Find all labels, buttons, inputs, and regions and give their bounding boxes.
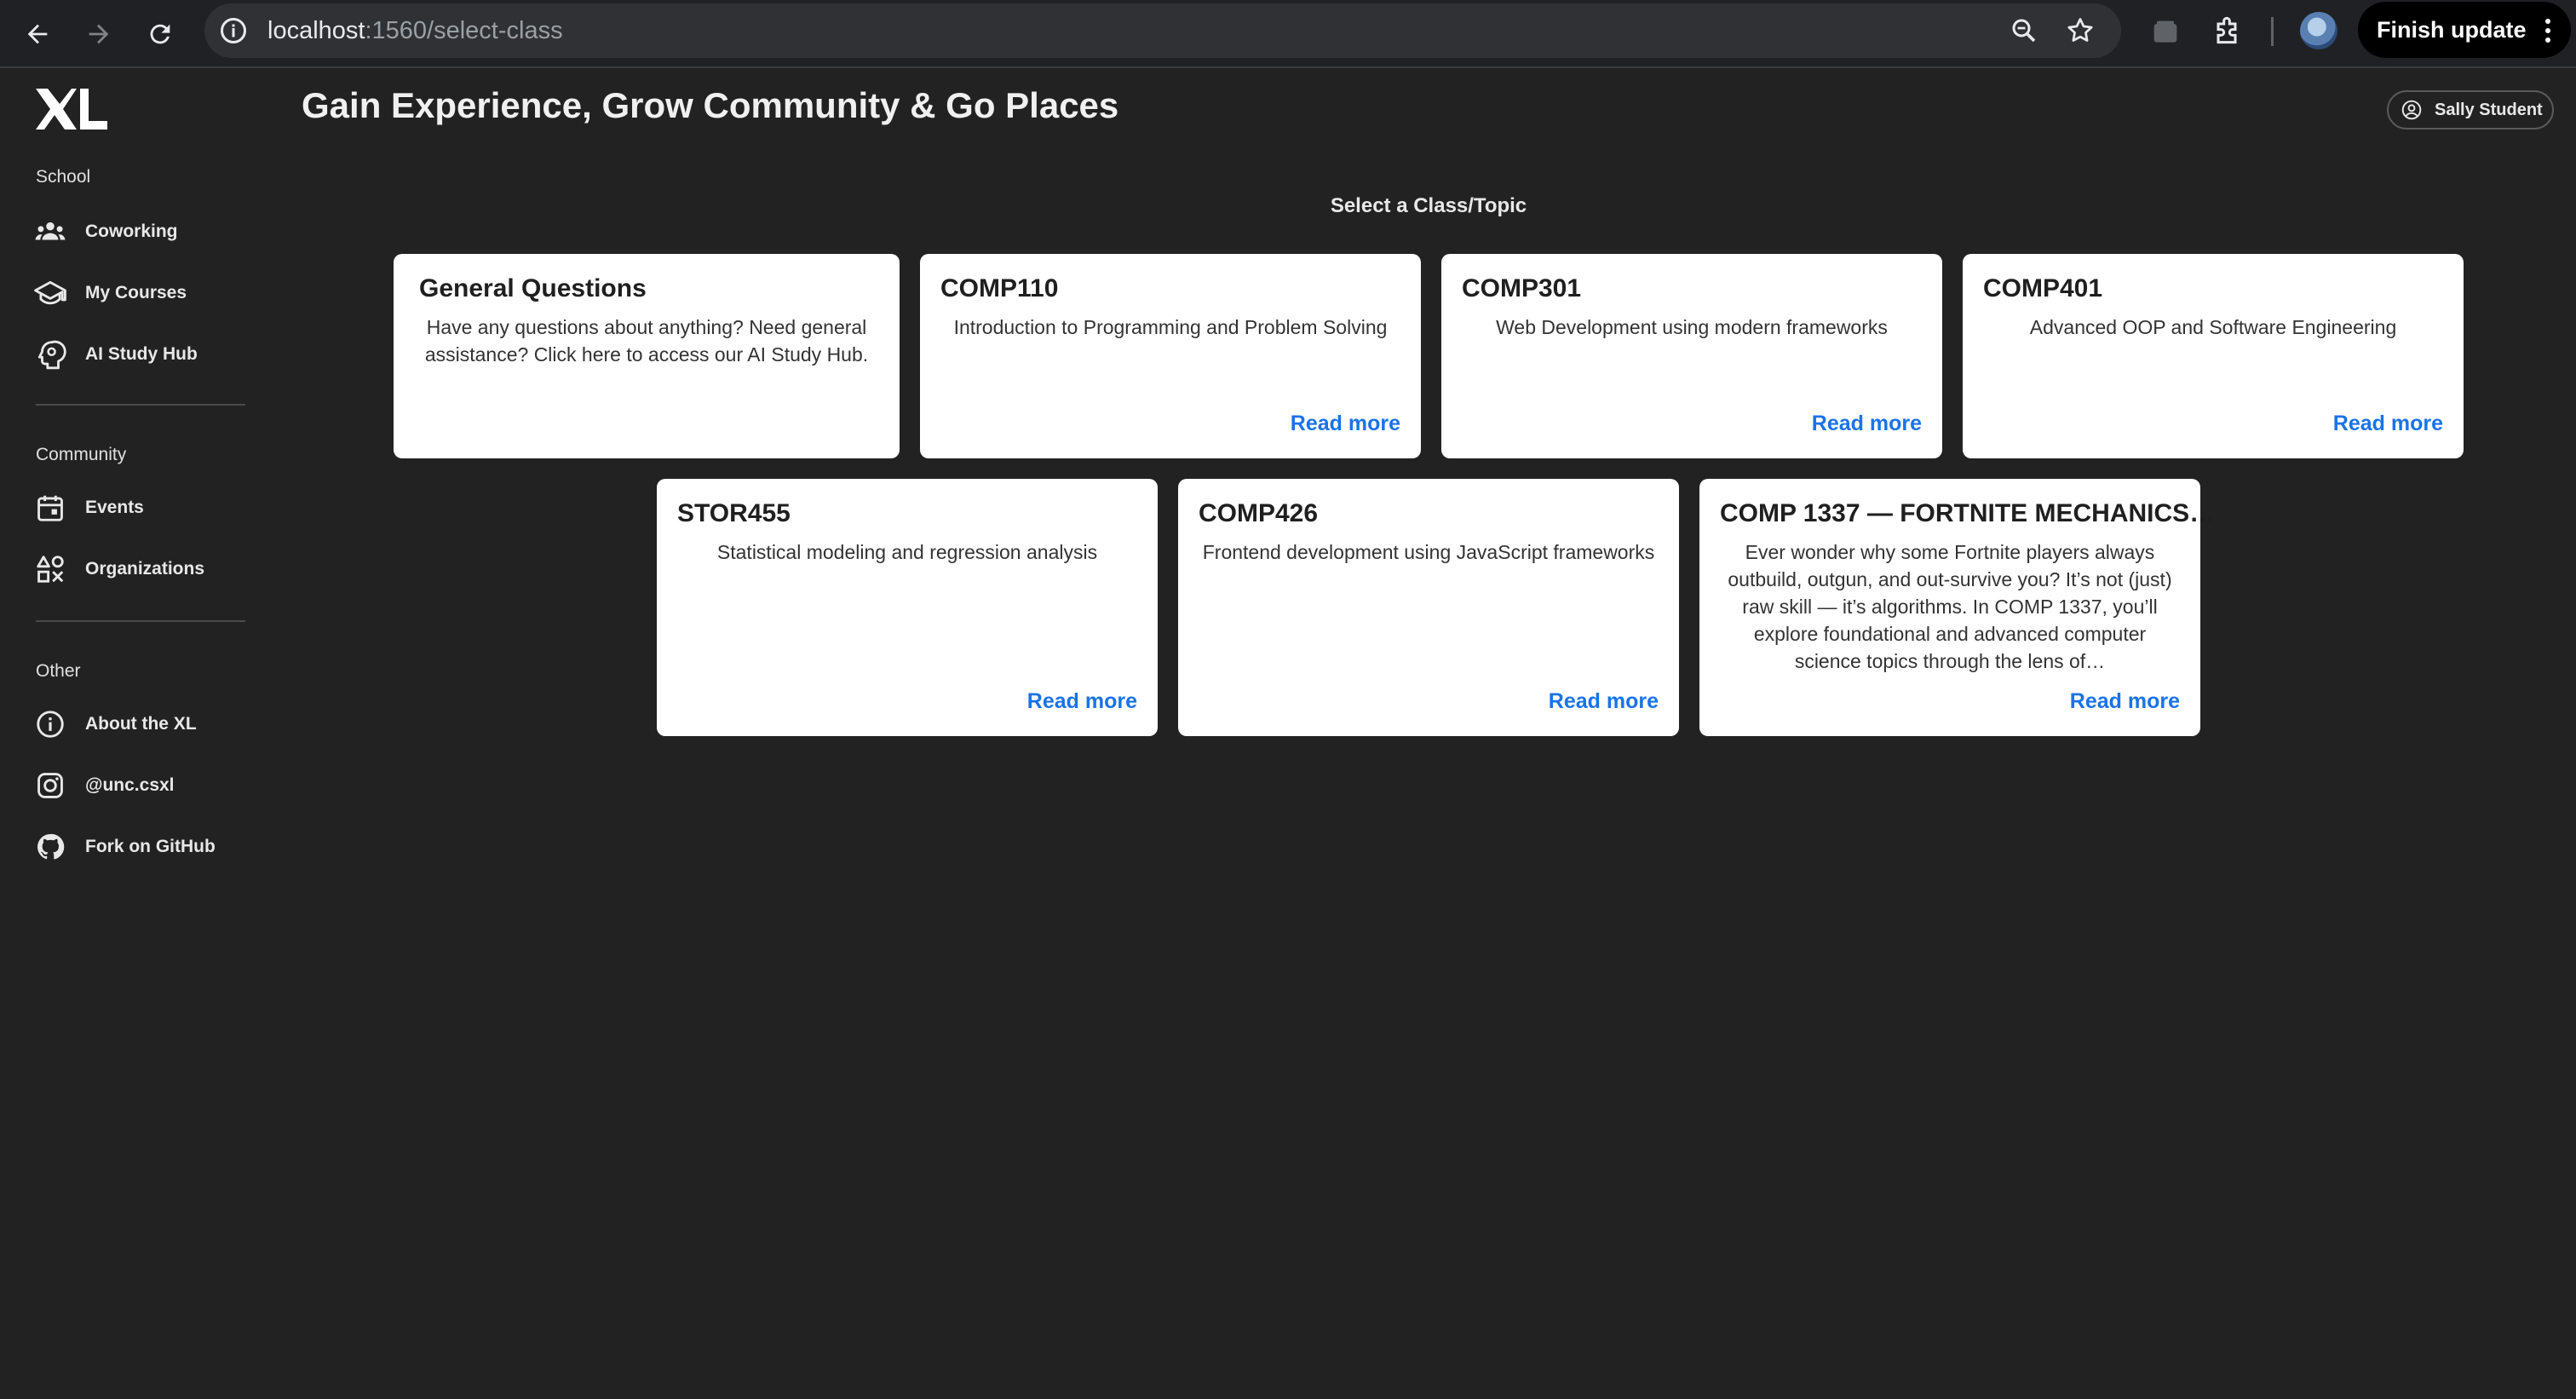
sidebar-item-about[interactable]: About the XL	[34, 700, 247, 748]
reload-icon[interactable]	[138, 12, 182, 56]
profile-avatar-icon[interactable]	[2300, 12, 2337, 49]
class-card-comp426[interactable]: COMP426 Frontend development using JavaS…	[1178, 479, 1679, 736]
github-icon	[37, 833, 65, 860]
account-circle-icon	[2401, 100, 2422, 120]
back-arrow-icon[interactable]	[15, 12, 60, 56]
card-description: Web Development using modern frameworks	[1496, 316, 1888, 338]
sidebar-divider	[36, 404, 245, 406]
page-title: Gain Experience, Grow Community & Go Pla…	[302, 85, 1119, 125]
sidebar-item-my-courses[interactable]: My Courses	[34, 269, 247, 317]
sidebar-item-label: @unc.csxl	[85, 775, 175, 795]
calendar-icon	[37, 495, 63, 521]
class-card-comp1337[interactable]: COMP 1337 — FORTNITE MECHANICS… Ever won…	[1699, 479, 2215, 736]
read-more-link[interactable]: Read more	[2070, 689, 2180, 714]
url-text[interactable]: localhost:1560/select-class	[267, 3, 563, 58]
card-description: Ever wonder why some Fortnite players al…	[1728, 541, 2172, 672]
bookmark-star-icon[interactable]	[2065, 15, 2096, 46]
tab-search-icon[interactable]	[2148, 15, 2182, 49]
sidebar-item-organizations[interactable]: Organizations	[34, 545, 247, 593]
select-class-heading: Select a Class/Topic	[1330, 194, 1527, 217]
finish-update-button[interactable]: Finish update	[2358, 2, 2571, 58]
more-vert-icon[interactable]	[2545, 19, 2550, 47]
section-title-school: School	[36, 167, 91, 187]
read-more-link[interactable]: Read more	[1549, 689, 1659, 714]
class-card-stor455[interactable]: STOR455 Statistical modeling and regress…	[657, 479, 1158, 736]
forward-arrow-icon[interactable]	[77, 12, 121, 56]
sidebar: School Coworking My Courses AI Study Hub…	[0, 68, 256, 1399]
finish-update-label: Finish update	[2377, 17, 2527, 43]
card-title: COMP426	[1199, 499, 1319, 527]
info-icon	[37, 711, 64, 738]
card-title: COMP110	[940, 274, 1059, 302]
sidebar-item-label: AI Study Hub	[85, 344, 198, 364]
card-description: Advanced OOP and Software Engineering	[2029, 316, 2397, 338]
sidebar-item-label: Coworking	[85, 222, 178, 241]
card-description: Have any questions about anything? Need …	[424, 316, 869, 366]
user-profile-button[interactable]: Sally Student	[2387, 90, 2554, 130]
read-more-link[interactable]: Read more	[1027, 689, 1137, 714]
school-cap-icon	[34, 280, 66, 305]
read-more-link[interactable]: Read more	[1812, 412, 1922, 436]
extensions-puzzle-icon[interactable]	[2210, 15, 2244, 49]
user-name: Sally Student	[2435, 100, 2543, 119]
categories-icon	[37, 556, 64, 583]
class-card-comp301[interactable]: COMP301 Web Development using modern fra…	[1441, 254, 1942, 458]
sidebar-item-label: About the XL	[85, 714, 197, 734]
toolbar-divider	[2271, 17, 2274, 46]
group-icon	[35, 222, 66, 240]
sidebar-item-ai-study-hub[interactable]: AI Study Hub	[34, 331, 247, 378]
sidebar-item-instagram[interactable]: @unc.csxl	[34, 762, 247, 809]
card-description: Introduction to Programming and Problem …	[953, 316, 1388, 338]
sidebar-item-events[interactable]: Events	[34, 484, 247, 532]
card-title: COMP301	[1462, 274, 1582, 302]
xl-logo[interactable]	[34, 87, 109, 131]
sidebar-item-label: Organizations	[85, 559, 205, 579]
instagram-icon	[37, 773, 63, 798]
address-bar[interactable]: localhost:1560/select-class	[204, 3, 2121, 58]
card-description: Frontend development using JavaScript fr…	[1202, 541, 1655, 563]
sidebar-item-label: My Courses	[85, 283, 187, 302]
class-card-comp110[interactable]: COMP110 Introduction to Programming and …	[920, 254, 1421, 458]
read-more-link[interactable]: Read more	[1291, 412, 1400, 436]
sidebar-item-label: Fork on GitHub	[85, 837, 216, 856]
card-title: General Questions	[419, 274, 647, 302]
sidebar-divider	[36, 620, 245, 622]
card-title: STOR455	[677, 499, 791, 527]
class-card-comp401[interactable]: COMP401 Advanced OOP and Software Engine…	[1963, 254, 2464, 458]
card-title: COMP 1337 — FORTNITE MECHANICS…	[1720, 499, 2216, 527]
sidebar-item-label: Events	[85, 498, 144, 517]
site-info-icon[interactable]	[218, 15, 249, 46]
card-description: Statistical modeling and regression anal…	[716, 541, 1098, 563]
card-title: COMP401	[1983, 274, 2103, 302]
browser-toolbar: localhost:1560/select-class Finish updat…	[0, 0, 2576, 68]
head-bulb-icon	[37, 340, 66, 370]
section-title-other: Other	[36, 661, 81, 681]
class-card-general-questions[interactable]: General Questions Have any questions abo…	[394, 254, 900, 458]
read-more-link[interactable]: Read more	[2333, 412, 2443, 436]
section-title-community: Community	[36, 445, 127, 464]
sidebar-item-github[interactable]: Fork on GitHub	[34, 823, 247, 871]
zoom-icon[interactable]	[2009, 15, 2039, 46]
